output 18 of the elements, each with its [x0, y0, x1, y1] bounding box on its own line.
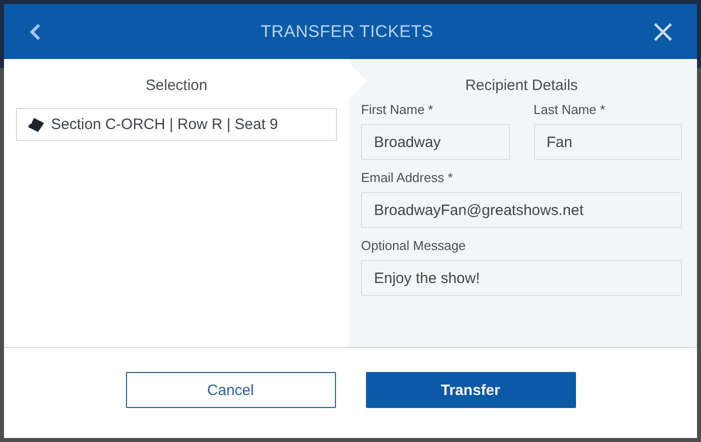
- close-icon[interactable]: [653, 22, 673, 42]
- field-label: First Name *: [361, 102, 434, 117]
- input-field[interactable]: Enjoy the show!: [361, 260, 682, 296]
- ticket-item[interactable]: Section C-ORCH | Row R | Seat 9: [16, 108, 337, 141]
- field-label: Email Address *: [361, 170, 454, 185]
- input-field[interactable]: Fan: [534, 124, 682, 160]
- ticket-label: Section C-ORCH | Row R | Seat 9: [51, 116, 278, 133]
- input-field[interactable]: BroadwayFan@greatshows.net: [361, 192, 682, 228]
- field-label: Optional Message: [361, 238, 467, 253]
- field-label: Last Name *: [534, 102, 606, 117]
- dialog-title: TRANSFER TICKETS: [260, 22, 434, 42]
- transfer-button[interactable]: Transfer: [366, 372, 576, 408]
- input-field[interactable]: Broadway: [361, 124, 510, 160]
- ticket-icon: [27, 116, 45, 132]
- section-heading: Selection: [144, 77, 208, 94]
- cancel-button[interactable]: Cancel: [126, 372, 336, 408]
- section-heading: Recipient Details: [464, 77, 579, 94]
- back-icon[interactable]: [29, 22, 41, 40]
